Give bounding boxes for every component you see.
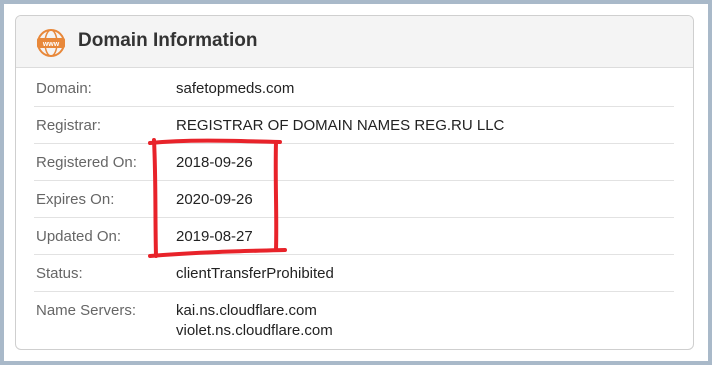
row-domain: Domain: safetopmeds.com [34,70,674,107]
www-icon-text: www [42,41,60,48]
row-label: Name Servers: [36,302,137,319]
updated-on-value: 2019-08-27 [176,228,253,245]
panel-title: Domain Information [78,30,258,51]
name-server-list: kai.ns.cloudflare.com violet.ns.cloudfla… [176,301,333,341]
registered-on-value: 2018-09-26 [176,154,253,171]
row-label: Registered On: [36,154,137,171]
row-label: Registrar: [36,117,102,134]
row-label: Updated On: [36,228,122,245]
row-status: Status: clientTransferProhibited [34,255,674,292]
row-label: Expires On: [36,191,115,208]
domain-information-panel: www Domain Information Domain: safetopme… [15,15,694,350]
row-label: Domain: [36,80,92,97]
domain-value: safetopmeds.com [176,80,295,97]
www-globe-icon: www [37,29,65,57]
expires-on-value: 2020-09-26 [176,191,253,208]
status-value: clientTransferProhibited [176,265,334,282]
row-updated-on: Updated On: 2019-08-27 [34,218,674,255]
row-label: Status: [36,265,83,282]
row-registrar: Registrar: REGISTRAR OF DOMAIN NAMES REG… [34,107,674,144]
name-server-item: kai.ns.cloudflare.com [176,302,317,319]
row-registered-on: Registered On: 2018-09-26 [34,144,674,181]
registrar-value: REGISTRAR OF DOMAIN NAMES REG.RU LLC [176,117,505,134]
row-name-servers: Name Servers: kai.ns.cloudflare.com viol… [34,292,674,348]
panel-header: www Domain Information [16,16,693,68]
row-expires-on: Expires On: 2020-09-26 [34,181,674,218]
name-server-item: violet.ns.cloudflare.com [176,322,333,339]
